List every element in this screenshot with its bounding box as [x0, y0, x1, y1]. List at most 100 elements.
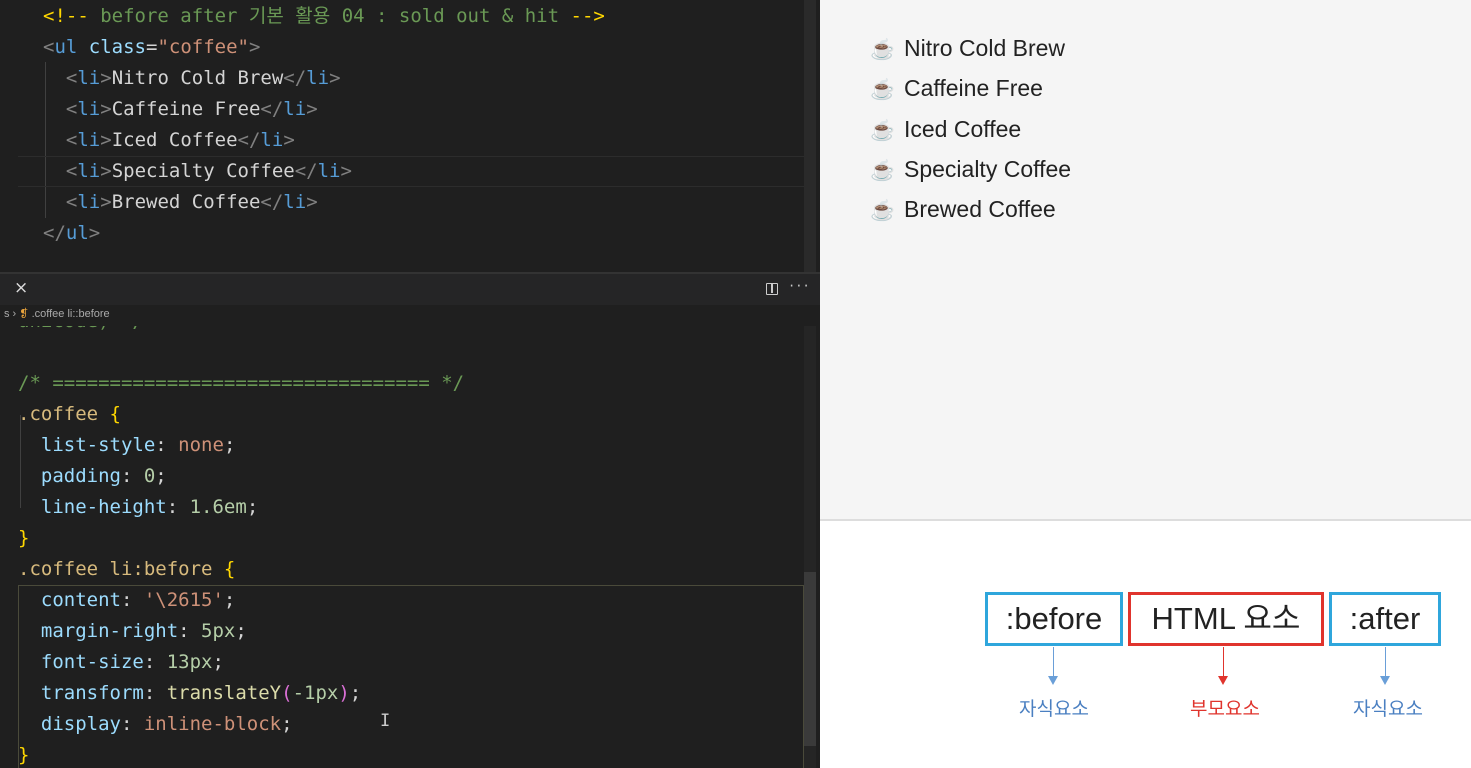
code-token: li [283, 191, 307, 213]
coffee-list-item: ☕ Caffeine Free [870, 68, 1043, 108]
more-actions-button[interactable]: ··· [788, 279, 810, 293]
code-line: <li>Nitro Cold Brew</li> [43, 63, 341, 94]
code-token: 1.6em [189, 496, 247, 518]
coffee-cup-icon: ☕ [870, 159, 895, 182]
code-line: } [18, 740, 29, 768]
coffee-item-label: Iced Coffee [904, 115, 1022, 142]
code-line: <li>Brewed Coffee</li> [43, 187, 318, 218]
code-token: > [329, 67, 341, 89]
breadcrumb: s › ❡ .coffee li::before [0, 305, 820, 326]
code-line: <ul class="coffee"> [43, 32, 260, 63]
code-token: li [77, 160, 101, 182]
code-token: > [306, 98, 318, 120]
breadcrumb-prefix[interactable]: s › [4, 308, 16, 320]
code-token: list-style [18, 434, 156, 456]
close-tab-button[interactable]: × [14, 278, 28, 298]
text-cursor-icon: I [380, 711, 391, 731]
arrow-down-icon [1048, 647, 1058, 685]
coffee-item-label: Nitro Cold Brew [904, 35, 1066, 61]
code-token: <!-- [43, 5, 101, 27]
code-line: font-size: 13px; [18, 647, 224, 678]
after-box: :after [1329, 592, 1441, 646]
coffee-item-label: Brewed Coffee [904, 196, 1056, 223]
code-token: } [18, 527, 30, 549]
child-element-label: 자식요소 [1019, 699, 1089, 720]
code-token: li [77, 67, 101, 89]
code-line: <!-- before after 기본 활용 04 : sold out & … [43, 1, 605, 32]
code-line: content: '\2615'; [18, 585, 236, 616]
code-token: < [43, 36, 55, 58]
scrollbar-thumb[interactable] [804, 572, 816, 746]
code-token: transform [18, 682, 144, 704]
code-token: .coffee li:before [18, 558, 224, 580]
parent-element-label: 부모요소 [1190, 699, 1260, 720]
code-token: ul [54, 36, 89, 58]
code-token: Caffeine Free [111, 98, 261, 120]
css-selector-icon: ❡ [19, 308, 29, 320]
code-token: > [306, 191, 318, 213]
code-token: ; [281, 713, 293, 735]
code-token: li [317, 160, 341, 182]
code-token: </ [43, 222, 66, 244]
code-token: inline-block [143, 713, 282, 735]
code-token: </ [283, 67, 307, 89]
code-line: padding: 0; [18, 461, 167, 492]
code-token: li [306, 67, 330, 89]
code-token: ) [338, 682, 350, 704]
code-token: class [88, 36, 146, 58]
code-token: : [120, 465, 144, 487]
code-token: padding [18, 465, 121, 487]
scrollbar[interactable] [804, 0, 816, 272]
code-token: > [100, 98, 112, 120]
code-token: < [65, 67, 78, 89]
code-line: .coffee { [18, 399, 121, 430]
code-line: <li>Iced Coffee</li> [43, 125, 295, 156]
code-token: > [100, 160, 112, 182]
css-editor[interactable]: unicode) */ /* ==========================… [0, 326, 820, 768]
code-token: : [155, 434, 179, 456]
breadcrumb-item[interactable]: .coffee li::before [32, 308, 110, 320]
split-editor-icon[interactable] [766, 283, 778, 295]
code-line: line-height: 1.6em; [18, 492, 258, 523]
code-token: '\2615' [143, 589, 224, 611]
code-token: font-size [18, 651, 144, 673]
code-token: /* ================================= */ [18, 372, 465, 394]
coffee-list-item: ☕ Nitro Cold Brew [870, 28, 1065, 68]
code-token: { [109, 403, 121, 425]
code-token: > [100, 67, 112, 89]
code-token: ( [281, 682, 293, 704]
code-token: < [65, 129, 78, 151]
code-token: </ [294, 160, 318, 182]
code-token: 5px [201, 620, 236, 642]
code-token: > [100, 129, 112, 151]
arrow-down-icon [1218, 647, 1228, 685]
code-token: "coffee" [157, 36, 249, 58]
code-token: Brewed Coffee [111, 191, 261, 213]
code-token: > [88, 222, 101, 244]
code-token: </ [237, 129, 261, 151]
code-line: display: inline-block; [18, 709, 293, 740]
code-token: : [143, 651, 167, 673]
code-token: </ [260, 98, 284, 120]
code-token: { [223, 558, 236, 580]
code-token: li [77, 191, 101, 213]
code-token: : [178, 620, 202, 642]
code-token: unicode) */ [18, 326, 144, 332]
code-line: <li>Specialty Coffee</li> [43, 156, 352, 187]
code-token: < [65, 191, 78, 213]
coffee-list-item: ☕ Brewed Coffee [870, 189, 1056, 229]
code-line: margin-right: 5px; [18, 616, 247, 647]
code-token: Iced Coffee [111, 129, 238, 151]
code-token: margin-right [18, 620, 179, 642]
code-token: ; [349, 682, 362, 704]
code-line: } [18, 523, 29, 554]
coffee-item-label: Caffeine Free [904, 75, 1043, 102]
code-token: ; [246, 496, 259, 518]
code-line: /* ================================= */ [18, 368, 464, 399]
code-token: </ [260, 191, 284, 213]
html-editor[interactable]: <!-- before after 기본 활용 04 : sold out & … [0, 0, 820, 272]
